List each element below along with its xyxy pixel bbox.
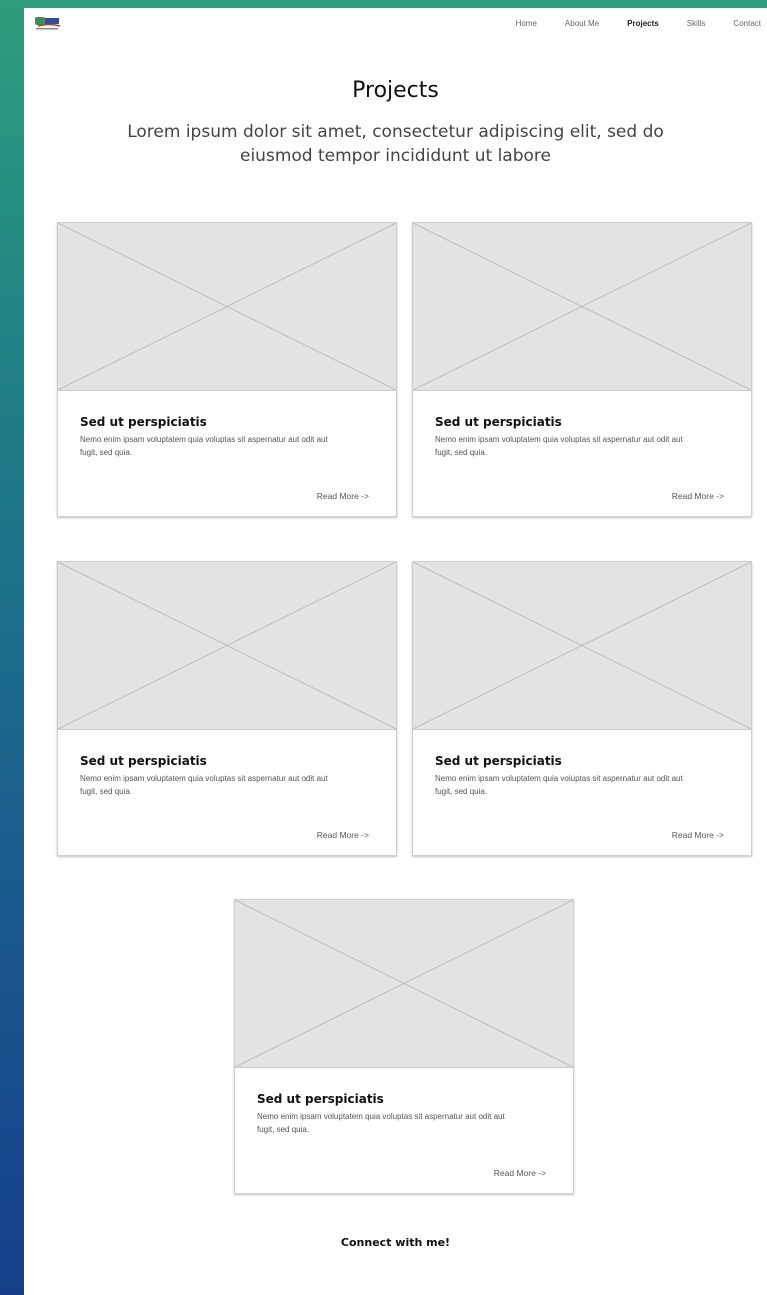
connect-heading: Connect with me! [340, 1236, 451, 1249]
image-placeholder-icon [58, 223, 396, 390]
image-placeholder-icon [58, 562, 396, 729]
read-more-link[interactable]: Read More -> [317, 830, 369, 840]
nav-link-skills[interactable]: Skills [687, 19, 706, 28]
image-placeholder [58, 562, 396, 730]
project-title: Sed ut perspiciatis [257, 1092, 384, 1106]
logo-icon [35, 17, 61, 30]
image-placeholder [58, 223, 396, 391]
page-title: Projects [352, 78, 439, 103]
page: Home About Me Projects Skills Contact Pr… [24, 8, 767, 1295]
project-description: Nemo enim ipsam voluptatem quia voluptas… [435, 435, 683, 457]
project-title: Sed ut perspiciatis [435, 415, 562, 429]
nav-link-home[interactable]: Home [516, 19, 537, 28]
read-more-link[interactable]: Read More -> [494, 1168, 546, 1178]
project-card[interactable]: Sed ut perspiciatis Nemo enim ipsam volu… [412, 222, 752, 517]
project-description: Nemo enim ipsam voluptatem quia voluptas… [435, 774, 683, 796]
project-description: Nemo enim ipsam voluptatem quia voluptas… [257, 1112, 505, 1134]
image-placeholder [413, 562, 751, 730]
project-card[interactable]: Sed ut perspiciatis Nemo enim ipsam volu… [234, 899, 574, 1194]
nav-link-projects[interactable]: Projects [627, 19, 659, 28]
project-description: Nemo enim ipsam voluptatem quia voluptas… [80, 435, 328, 457]
page-subtitle: Lorem ipsum dolor sit amet, consectetur … [127, 122, 664, 166]
image-placeholder-icon [413, 562, 751, 729]
project-description: Nemo enim ipsam voluptatem quia voluptas… [80, 774, 328, 796]
nav-link-contact[interactable]: Contact [733, 19, 761, 28]
project-title: Sed ut perspiciatis [80, 754, 207, 768]
read-more-link[interactable]: Read More -> [317, 491, 369, 501]
site-logo[interactable] [34, 13, 64, 33]
image-placeholder-icon [235, 900, 573, 1067]
nav-link-about-me[interactable]: About Me [565, 19, 599, 28]
top-nav-bar: Home About Me Projects Skills Contact [24, 8, 767, 42]
project-card[interactable]: Sed ut perspiciatis Nemo enim ipsam volu… [412, 561, 752, 856]
image-placeholder [413, 223, 751, 391]
main-nav: Home About Me Projects Skills Contact [488, 19, 761, 28]
read-more-link[interactable]: Read More -> [672, 830, 724, 840]
project-title: Sed ut perspiciatis [80, 415, 207, 429]
project-card[interactable]: Sed ut perspiciatis Nemo enim ipsam volu… [57, 561, 397, 856]
project-title: Sed ut perspiciatis [435, 754, 562, 768]
image-placeholder-icon [413, 223, 751, 390]
image-placeholder [235, 900, 573, 1068]
project-card[interactable]: Sed ut perspiciatis Nemo enim ipsam volu… [57, 222, 397, 517]
read-more-link[interactable]: Read More -> [672, 491, 724, 501]
